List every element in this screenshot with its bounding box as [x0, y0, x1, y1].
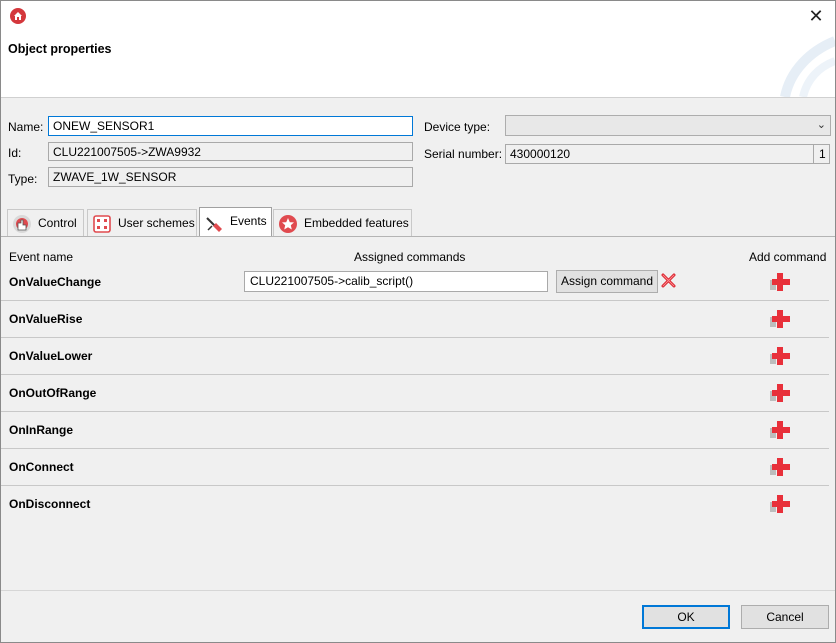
event-name: OnValueRise [9, 312, 83, 326]
add-command-icon[interactable] [769, 456, 791, 478]
add-command-header: Add command [749, 250, 827, 264]
tab-control[interactable]: Control [7, 209, 84, 236]
add-command-icon[interactable] [769, 345, 791, 367]
hand-pointer-icon [13, 215, 31, 233]
event-name-header: Event name [9, 250, 74, 264]
device-type-select[interactable]: ⌄ [505, 115, 831, 136]
event-row-onvaluelower: OnValueLower [1, 338, 835, 375]
id-label: Id: [8, 146, 22, 160]
assigned-commands-header: Assigned commands [354, 250, 466, 264]
event-row-onvaluerise: OnValueRise [1, 301, 835, 338]
tab-control-label: Control [38, 216, 77, 230]
tab-user-schemes-label: User schemes [118, 216, 195, 230]
dialog-header: Object properties [1, 31, 835, 98]
name-label: Name: [8, 120, 44, 134]
add-command-icon[interactable] [769, 493, 791, 515]
tab-embedded-features[interactable]: Embedded features [273, 209, 412, 236]
event-name: OnOutOfRange [9, 386, 97, 400]
type-label: Type: [8, 172, 38, 186]
close-icon[interactable]: ✕ [805, 5, 827, 27]
serial-number-field: 430000120 [505, 144, 814, 164]
event-row-onconnect: OnConnect [1, 449, 835, 486]
event-row-oninrange: OnInRange [1, 412, 835, 449]
schemes-icon [93, 215, 111, 233]
tab-events-label: Events [230, 214, 267, 228]
assign-command-button[interactable]: Assign command [556, 270, 658, 293]
id-field: CLU221007505->ZWA9932 [48, 142, 413, 161]
home-icon [10, 8, 26, 24]
page-title: Object properties [8, 42, 112, 56]
event-name: OnConnect [9, 460, 74, 474]
event-row-onoutofrange: OnOutOfRange [1, 375, 835, 412]
delete-icon[interactable] [661, 273, 676, 288]
add-command-icon[interactable] [769, 308, 791, 330]
header-decoration [780, 36, 835, 97]
serial-number-label: Serial number: [424, 147, 503, 161]
ok-button[interactable]: OK [642, 605, 730, 629]
star-icon [279, 215, 297, 233]
event-name: OnValueLower [9, 349, 93, 363]
event-row-onvaluechange: OnValueChange CLU221007505->calib_script… [1, 264, 835, 301]
add-command-icon[interactable] [769, 419, 791, 441]
add-command-icon[interactable] [769, 271, 791, 293]
device-type-label: Device type: [424, 120, 491, 134]
dialog-window: ✕ Object properties Name: ONEW_SENSOR1 I… [0, 0, 836, 643]
assigned-command-field[interactable]: CLU221007505->calib_script() [244, 271, 548, 292]
event-name: OnInRange [9, 423, 74, 437]
event-row-ondisconnect: OnDisconnect [1, 486, 835, 523]
title-bar: ✕ [1, 1, 835, 31]
events-icon [206, 217, 222, 232]
tab-embedded-features-label: Embedded features [304, 216, 409, 230]
event-name: OnDisconnect [9, 497, 91, 511]
name-input[interactable]: ONEW_SENSOR1 [48, 116, 413, 136]
event-name: OnValueChange [9, 275, 102, 289]
tab-events[interactable]: Events [199, 207, 272, 237]
footer-divider [1, 590, 835, 591]
add-command-icon[interactable] [769, 382, 791, 404]
chevron-down-icon: ⌄ [816, 119, 826, 131]
cancel-button[interactable]: Cancel [741, 605, 829, 629]
type-field: ZWAVE_1W_SENSOR [48, 167, 413, 187]
tab-user-schemes[interactable]: User schemes [87, 209, 197, 236]
serial-number-suffix: 1 [813, 144, 830, 164]
